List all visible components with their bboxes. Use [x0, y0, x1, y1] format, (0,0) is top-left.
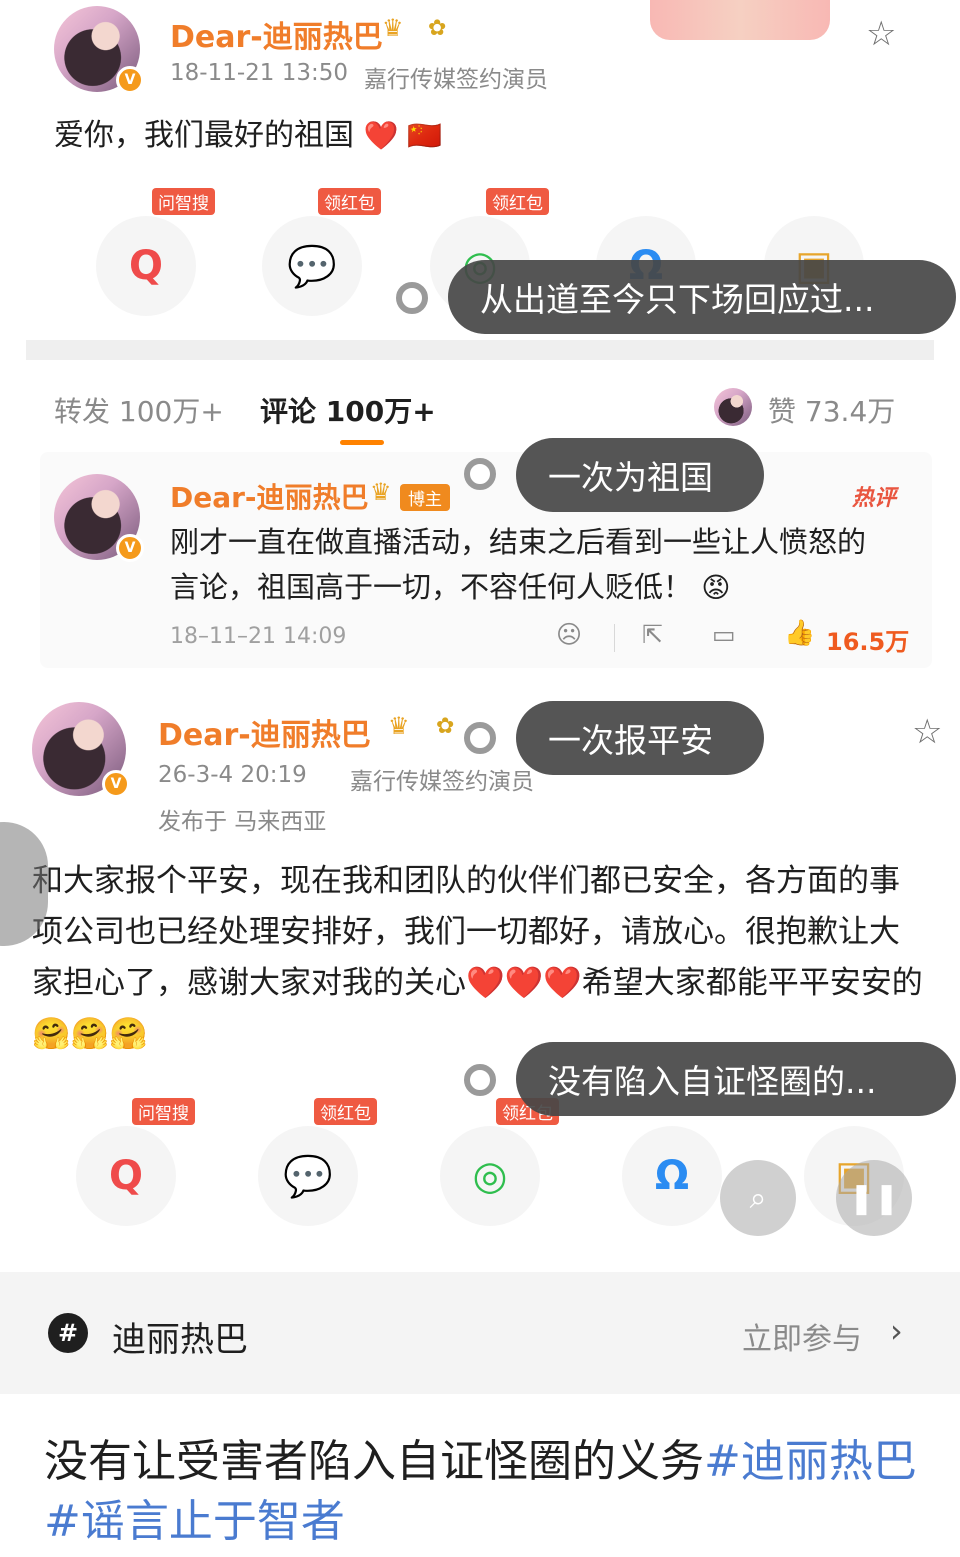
- sunflower-icon: ✿: [436, 714, 455, 739]
- author-badge: 博主: [400, 484, 450, 511]
- verified-badge-icon: V: [116, 66, 144, 94]
- bubble-anchor-dot: [396, 282, 428, 314]
- caption-bubble-4: 没有陷入自证怪圈的...: [516, 1042, 956, 1116]
- tab-comment[interactable]: 评论 100万+: [260, 390, 436, 430]
- post2-location: 发布于 马来西亚: [158, 809, 327, 835]
- bubble-anchor-dot: [464, 1064, 496, 1096]
- likes-count: 73.4万: [804, 395, 896, 428]
- vip-crown-icon: ♛: [382, 14, 404, 42]
- share-button-1[interactable]: Q: [96, 216, 196, 316]
- vip-crown-icon: ♛: [370, 478, 392, 506]
- promo-tag: 领红包: [318, 188, 381, 215]
- hot-comment-label: 热评: [852, 486, 897, 511]
- promo-tag: 问智搜: [132, 1098, 195, 1125]
- post2-identity: 嘉行传媒签约演员: [350, 769, 534, 795]
- headline-text: 没有让受害者陷入自证怪圈的义务: [44, 1436, 704, 1487]
- search-ai-icon: Q: [108, 1153, 143, 1199]
- comment-username[interactable]: Dear-迪丽热巴: [170, 476, 369, 516]
- post1-text-body: 爱你，我们最好的祖国: [54, 118, 354, 153]
- caption-bubble-1: 从出道至今只下场回应过...: [448, 260, 956, 334]
- avatar-image: [714, 388, 752, 426]
- search-ai-icon: Q: [128, 243, 163, 289]
- divider: [614, 624, 615, 652]
- join-topic-link[interactable]: 立即参与: [742, 1314, 862, 1358]
- caption-bubble-3: 一次报平安: [516, 701, 764, 775]
- comment-text-body: 刚才一直在做直播活动，结束之后看到一些让人愤怒的言论，祖国高于一切，不容任何人贬…: [170, 525, 867, 604]
- tab-likes[interactable]: 赞 73.4万: [768, 390, 895, 430]
- favorite-star-icon[interactable]: ☆: [866, 14, 896, 54]
- comment-avatar[interactable]: V: [54, 474, 144, 562]
- sunflower-icon: ✿: [428, 16, 447, 41]
- post2-avatar[interactable]: V: [32, 702, 130, 798]
- post1-timestamp: 18-11-21 13:50: [170, 60, 348, 86]
- section-divider: [26, 340, 934, 360]
- hashtag-link[interactable]: #迪丽热巴: [704, 1436, 917, 1487]
- verified-badge-icon: V: [102, 770, 130, 798]
- wechat-icon: 💬: [287, 243, 337, 290]
- liker-avatar: [714, 388, 752, 426]
- post1-avatar[interactable]: V: [54, 6, 144, 94]
- promo-tag: 问智搜: [152, 188, 215, 215]
- caption-bubble-2: 一次为祖国: [516, 438, 764, 512]
- post1-text: 爱你，我们最好的祖国 ❤️ 🇨🇳: [54, 110, 754, 161]
- share-icon[interactable]: ⇱: [642, 620, 663, 649]
- post1-identity: 嘉行传媒签约演员: [364, 67, 548, 93]
- share-button-2[interactable]: 💬: [262, 216, 362, 316]
- comment-text: 刚才一直在做直播活动，结束之后看到一些让人愤怒的言论，祖国高于一切，不容任何人贬…: [170, 520, 890, 610]
- article-headline: 没有让受害者陷入自证怪圈的义务#迪丽热巴 #谣言止于智者: [44, 1432, 924, 1552]
- post2-username[interactable]: Dear-迪丽热巴: [158, 710, 371, 754]
- promo-tag: 领红包: [314, 1098, 377, 1125]
- bubble-anchor-dot: [464, 458, 496, 490]
- bubble-anchor-dot: [464, 722, 496, 754]
- share-button-1[interactable]: Q: [76, 1126, 176, 1226]
- top-banner-image: [650, 0, 830, 40]
- comment-like-count: 16.5万: [826, 628, 910, 656]
- verified-badge-icon: V: [116, 534, 144, 562]
- post2-timestamp: 26-3-4 20:19: [158, 762, 307, 788]
- angry-emoji: 😡: [701, 571, 731, 604]
- share-button-4[interactable]: Ω: [622, 1126, 722, 1226]
- post1-emoji: ❤️ 🇨🇳: [363, 119, 443, 152]
- chevron-right-icon[interactable]: ›: [890, 1312, 903, 1350]
- favorite-star-icon[interactable]: ☆: [912, 712, 942, 752]
- hashtag-icon: #: [48, 1313, 88, 1353]
- wechat-icon: 💬: [283, 1153, 333, 1200]
- active-tab-indicator: [340, 440, 384, 445]
- comment-timestamp: 18–11–21 14:09: [170, 624, 347, 649]
- pause-icon[interactable]: ❚❚: [836, 1160, 912, 1236]
- reply-icon[interactable]: ▭: [712, 620, 736, 649]
- moments-icon: ◎: [472, 1153, 508, 1199]
- topic-name[interactable]: 迪丽热巴: [112, 1312, 248, 1361]
- promo-tag: 领红包: [486, 188, 549, 215]
- vip-crown-icon: ♛: [388, 712, 410, 740]
- like-icon[interactable]: 👍: [784, 618, 815, 648]
- share-button-3[interactable]: ◎: [440, 1126, 540, 1226]
- share-button-2[interactable]: 💬: [258, 1126, 358, 1226]
- tab-repost[interactable]: 转发 100万+: [54, 390, 224, 430]
- likes-label: 赞: [768, 395, 797, 428]
- hashtag-link[interactable]: #谣言止于智者: [44, 1496, 345, 1547]
- post1-username[interactable]: Dear-迪丽热巴: [170, 12, 383, 56]
- dislike-icon[interactable]: ☹: [556, 620, 582, 649]
- screenshot-search-icon[interactable]: ⌕: [720, 1160, 796, 1236]
- qq-icon: Ω: [654, 1153, 689, 1199]
- post2-text: 和大家报个平安，现在我和团队的伙伴们都已安全，各方面的事项公司也已经处理安排好，…: [32, 863, 923, 1052]
